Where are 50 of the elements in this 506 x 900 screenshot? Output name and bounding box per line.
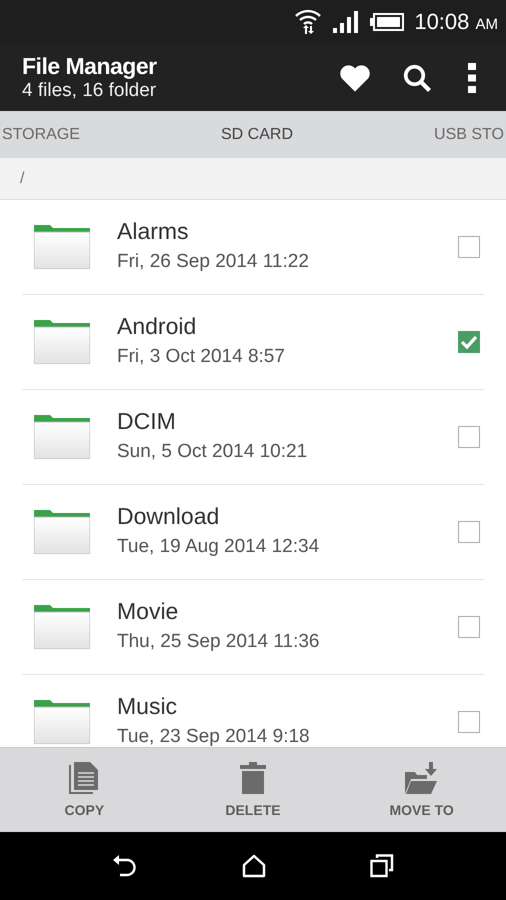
- checkbox[interactable]: [458, 711, 480, 733]
- folder-date: Thu, 25 Sep 2014 11:36: [117, 630, 320, 652]
- checkbox[interactable]: [458, 236, 480, 258]
- current-path: /: [20, 170, 24, 188]
- folder-icon: [34, 605, 90, 649]
- search-button[interactable]: [402, 62, 432, 92]
- folder-name: Movie: [117, 598, 180, 624]
- checkbox[interactable]: [458, 521, 480, 543]
- action-button[interactable]: MOVE TO: [356, 762, 487, 818]
- folder-name: DCIM: [117, 408, 177, 434]
- trash-icon: [240, 762, 266, 794]
- home-icon[interactable]: [242, 854, 266, 878]
- action-button[interactable]: COPY: [19, 762, 150, 818]
- menu-button[interactable]: [468, 62, 476, 92]
- checkbox[interactable]: [458, 616, 480, 638]
- folder-name: Alarms: [117, 218, 190, 244]
- storage-tab[interactable]: SD CARD: [220, 126, 293, 144]
- favorite-button[interactable]: [338, 62, 372, 92]
- checkbox[interactable]: [458, 426, 480, 448]
- folder-row[interactable]: DCIM Sun, 5 Oct 2014 10:21: [22, 390, 484, 485]
- folder-date: Fri, 3 Oct 2014 8:57: [117, 346, 286, 368]
- folder-date: Sun, 5 Oct 2014 10:21: [117, 440, 308, 462]
- folder-date: Fri, 26 Sep 2014 11:22: [117, 250, 310, 272]
- folder-icon: [34, 225, 90, 269]
- folder-date: Tue, 23 Sep 2014 9:18: [117, 726, 311, 747]
- folder-row[interactable]: Alarms Fri, 26 Sep 2014 11:22: [22, 200, 484, 295]
- signal-icon: [332, 11, 360, 33]
- recent-apps-icon[interactable]: [370, 854, 394, 878]
- app-title: File Manager: [22, 53, 158, 80]
- folder-row[interactable]: Download Tue, 19 Aug 2014 12:34: [22, 485, 484, 580]
- folder-arrow-icon: [404, 762, 439, 794]
- folder-name: Download: [117, 502, 220, 530]
- folder-row[interactable]: Android Fri, 3 Oct 2014 8:57: [22, 295, 484, 390]
- storage-tab[interactable]: STORAGE: [2, 126, 80, 144]
- action-button[interactable]: DELETE: [188, 762, 318, 818]
- folder-icon: [34, 700, 90, 744]
- folder-icon: [34, 415, 90, 459]
- folder-name: Android: [117, 312, 198, 340]
- folder-name: Music: [117, 692, 178, 720]
- clock: 10:08 AM: [414, 9, 498, 35]
- storage-tab[interactable]: USB STO: [434, 126, 504, 144]
- folder-icon: [34, 510, 90, 554]
- checkbox[interactable]: [458, 331, 480, 353]
- folder-row[interactable]: Movie Thu, 25 Sep 2014 11:36: [22, 580, 484, 675]
- document-icon: [69, 762, 100, 794]
- back-icon[interactable]: [112, 854, 138, 878]
- folder-count: 4 files, 16 folder: [22, 80, 158, 102]
- folder-date: Tue, 19 Aug 2014 12:34: [117, 536, 320, 558]
- battery-icon: [370, 13, 404, 31]
- folder-icon: [34, 320, 90, 364]
